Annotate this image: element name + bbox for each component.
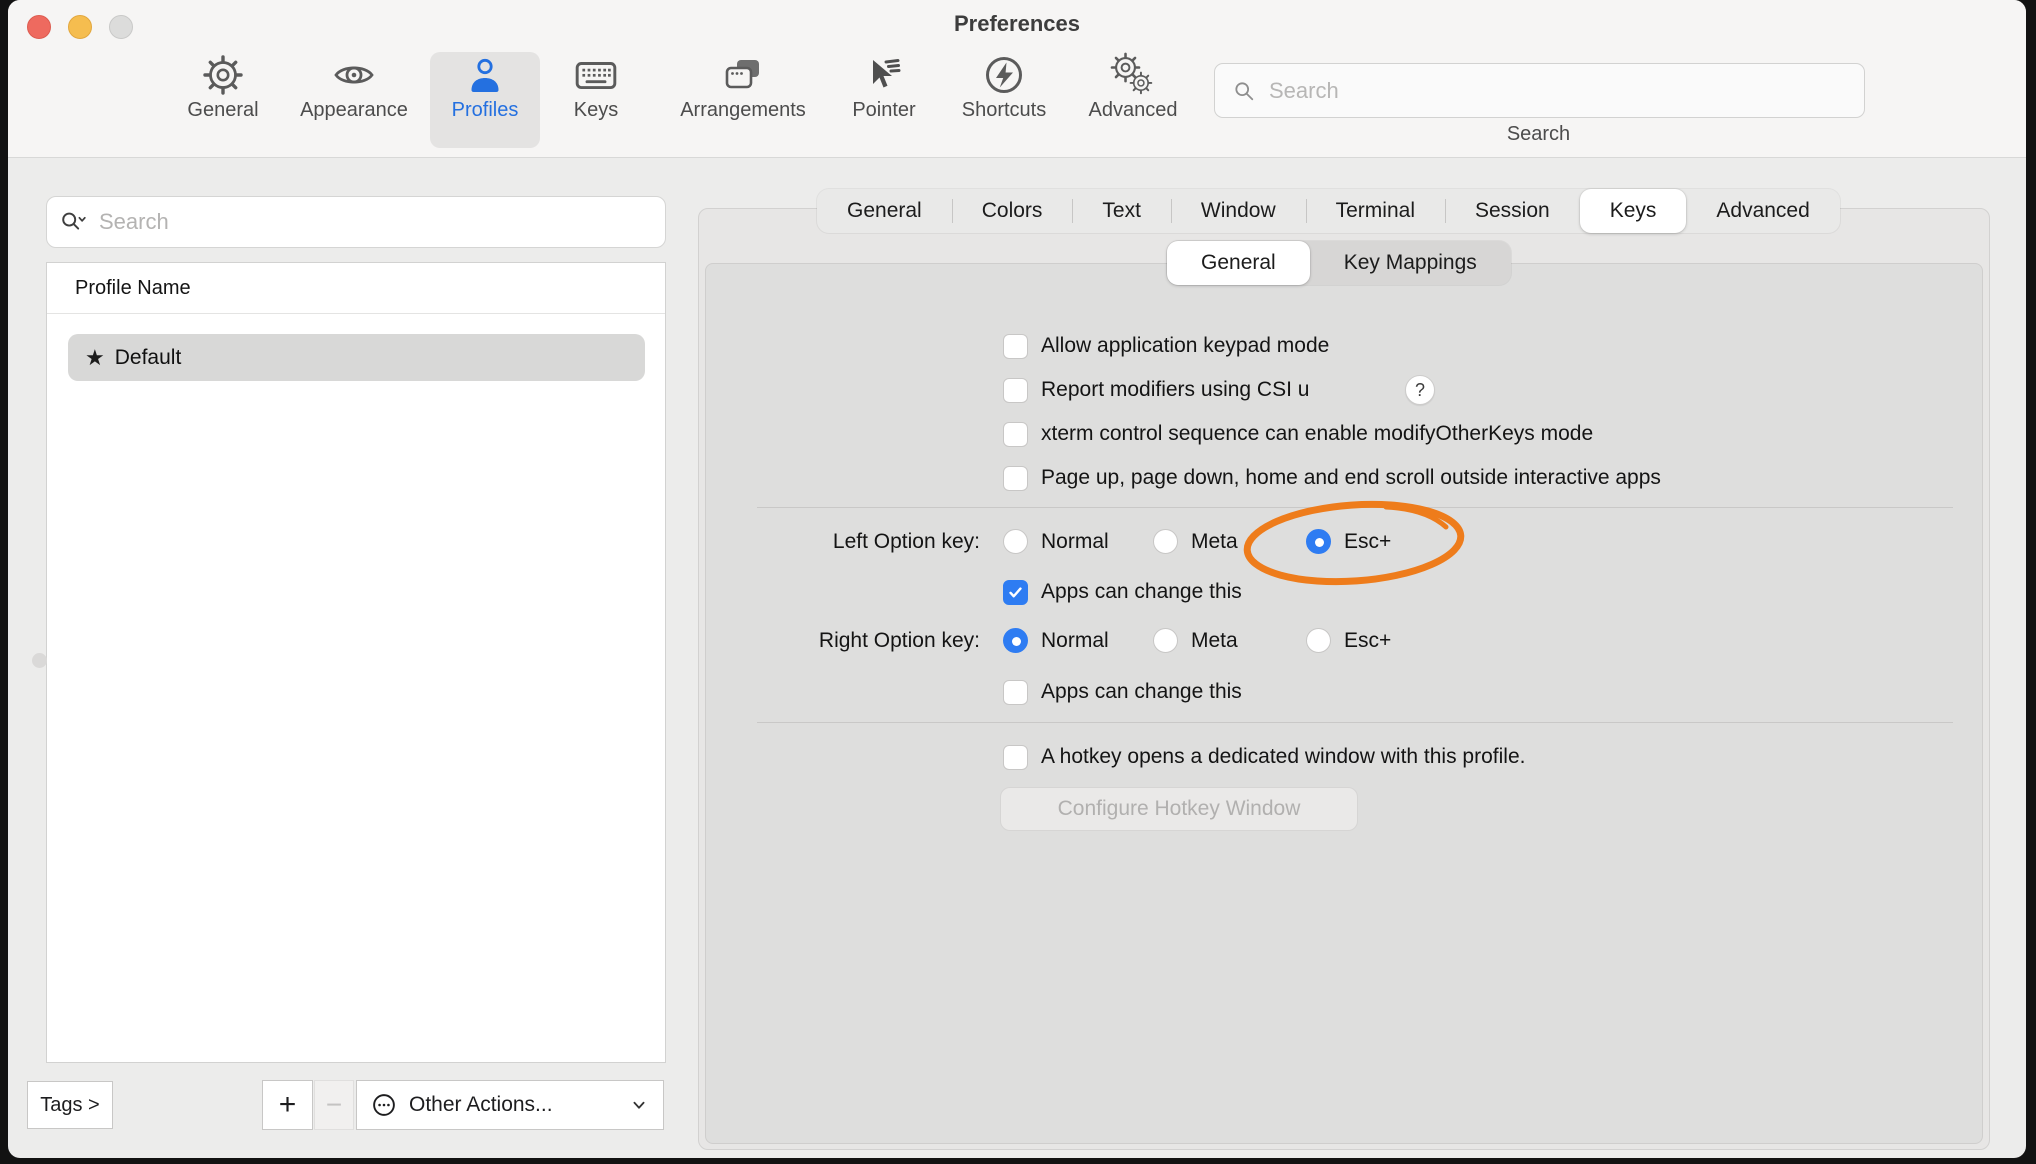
checkbox-keypad-mode[interactable] (1003, 334, 1028, 359)
right-option-key-row: Right Option key: Normal Meta Esc+ (8, 627, 2026, 655)
keyboard-icon (573, 52, 619, 98)
check-icon (1007, 584, 1024, 601)
checkbox-left-apps-can-change[interactable] (1003, 580, 1028, 605)
profile-search-input[interactable] (97, 208, 621, 236)
tab-advanced[interactable]: Advanced (1686, 189, 1839, 233)
preferences-window: Preferences General Appearance Prof (8, 0, 2026, 1158)
toolbar-search-label: Search (1214, 123, 1863, 146)
windows-icon (720, 52, 766, 98)
section-divider (757, 507, 1953, 508)
toolbar-search-field[interactable] (1214, 63, 1865, 118)
screen: Preferences General Appearance Prof (0, 0, 2036, 1164)
toolbar-item-appearance[interactable]: Appearance (284, 52, 424, 148)
tab-session[interactable]: Session (1445, 189, 1580, 233)
radio-right-meta[interactable] (1153, 628, 1178, 653)
checkbox-row: xterm control sequence can enable modify… (1003, 420, 1593, 448)
checkbox-label: Allow application keypad mode (1041, 334, 1329, 358)
tab-terminal[interactable]: Terminal (1306, 189, 1445, 233)
other-actions-dropdown[interactable]: Other Actions... (356, 1080, 664, 1130)
toolbar-item-general[interactable]: General (168, 52, 278, 148)
toolbar-item-keys[interactable]: Keys (541, 52, 651, 148)
checkbox-label: Apps can change this (1041, 680, 1242, 704)
tab-keys[interactable]: Keys (1580, 189, 1687, 233)
other-actions-label: Other Actions... (409, 1093, 553, 1117)
star-icon: ★ (85, 345, 105, 371)
keys-settings-box (705, 263, 1983, 1144)
radio-left-esc[interactable] (1306, 529, 1331, 554)
window-title: Preferences (8, 11, 2026, 37)
checkbox-label: Page up, page down, home and end scroll … (1041, 466, 1661, 490)
profile-list-header: Profile Name (75, 277, 191, 300)
titlebar: Preferences General Appearance Prof (8, 0, 2026, 158)
remove-profile-button[interactable]: − (314, 1080, 354, 1130)
toolbar-search-input[interactable] (1267, 77, 1791, 105)
checkbox-row: Report modifiers using CSI u (1003, 376, 1309, 404)
apps-can-change-row: Apps can change this (1003, 578, 1242, 606)
checkbox-csi-u[interactable] (1003, 378, 1028, 403)
checkbox-right-apps-can-change[interactable] (1003, 680, 1028, 705)
checkbox-label: xterm control sequence can enable modify… (1041, 422, 1593, 446)
radio-left-normal[interactable] (1003, 529, 1028, 554)
right-option-key-label: Right Option key: (568, 627, 980, 655)
checkbox-modify-other-keys[interactable] (1003, 422, 1028, 447)
cursor-icon (861, 52, 907, 98)
checkbox-label: Apps can change this (1041, 580, 1242, 604)
profile-list: Profile Name ★ Default (46, 262, 666, 1063)
window-edge-dot (32, 653, 47, 668)
profile-tab-bar: General Colors Text Window Terminal Sess… (817, 189, 1840, 233)
checkbox-scroll-outside-apps[interactable] (1003, 466, 1028, 491)
profile-search-field[interactable] (46, 196, 666, 248)
search-icon (1231, 78, 1257, 104)
radio-right-normal[interactable] (1003, 628, 1028, 653)
apps-can-change-row: Apps can change this (1003, 678, 1242, 706)
toolbar-item-advanced[interactable]: Advanced (1078, 52, 1188, 148)
chevron-down-icon (629, 1095, 649, 1115)
keys-subtab-bar: General Key Mappings (1167, 241, 1511, 285)
eye-icon (331, 52, 377, 98)
radio-left-meta[interactable] (1153, 529, 1178, 554)
toolbar-item-profiles[interactable]: Profiles (430, 52, 540, 148)
subtab-general[interactable]: General (1167, 241, 1310, 285)
hotkey-row: A hotkey opens a dedicated window with t… (1003, 743, 1525, 771)
checkbox-label: Report modifiers using CSI u (1041, 378, 1309, 402)
ellipsis-circle-icon (369, 1090, 399, 1120)
toolbar-item-pointer[interactable]: Pointer (829, 52, 939, 148)
section-divider (757, 722, 1953, 723)
profile-name: Default (115, 346, 182, 370)
configure-hotkey-window-button: Configure Hotkey Window (1000, 787, 1358, 831)
toolbar-item-shortcuts[interactable]: Shortcuts (949, 52, 1059, 148)
gear-icon (200, 52, 246, 98)
checkbox-label: A hotkey opens a dedicated window with t… (1041, 745, 1525, 769)
radio-right-esc[interactable] (1306, 628, 1331, 653)
tags-button[interactable]: Tags > (27, 1081, 113, 1129)
checkbox-hotkey-window[interactable] (1003, 745, 1028, 770)
gears-icon (1110, 52, 1156, 98)
left-option-key-row: Left Option key: Normal Meta Esc+ (8, 528, 2026, 556)
tab-colors[interactable]: Colors (952, 189, 1073, 233)
toolbar-item-arrangements[interactable]: Arrangements (658, 52, 828, 148)
add-profile-button[interactable]: + (262, 1080, 313, 1130)
profile-row-default[interactable]: ★ Default (68, 334, 645, 381)
tab-text[interactable]: Text (1072, 189, 1171, 233)
lightning-icon (981, 52, 1027, 98)
left-option-key-label: Left Option key: (568, 528, 980, 556)
subtab-key-mappings[interactable]: Key Mappings (1310, 241, 1511, 285)
divider (47, 313, 665, 314)
help-button[interactable]: ? (1405, 375, 1435, 405)
search-filter-icon (59, 208, 89, 236)
checkbox-row: Allow application keypad mode (1003, 332, 1329, 360)
tab-general[interactable]: General (817, 189, 952, 233)
checkbox-row: Page up, page down, home and end scroll … (1003, 464, 1661, 492)
person-icon (462, 52, 508, 98)
tab-window[interactable]: Window (1171, 189, 1306, 233)
